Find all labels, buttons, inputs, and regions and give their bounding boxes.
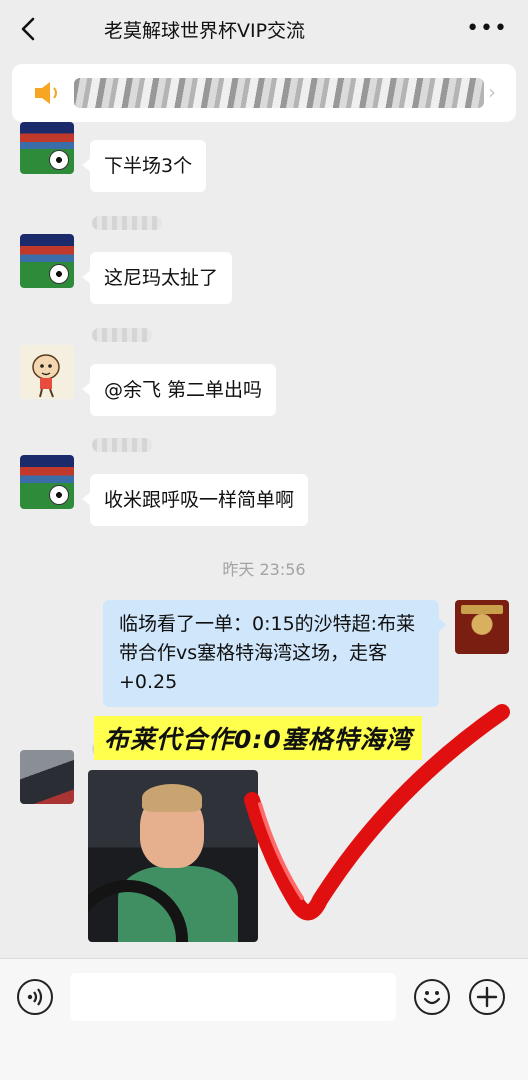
message-bubble[interactable]: 这尼玛太扯了 (81, 252, 233, 304)
avatar[interactable] (20, 122, 74, 174)
signboard (461, 605, 503, 614)
announcement-text-redacted (74, 78, 484, 108)
message-timestamp: 昨天 23:56 (222, 560, 306, 579)
speaker-icon (35, 82, 57, 104)
message-bubble[interactable]: @余飞 第二单出吗 (81, 364, 277, 416)
cartoon-kid-icon (32, 354, 60, 398)
sender-name-redacted (92, 216, 162, 230)
message-bubble[interactable]: 下半场3个 (81, 140, 207, 192)
avatar[interactable] (20, 750, 74, 804)
more-dots-icon[interactable]: ••• (466, 16, 508, 41)
red-checkmark-icon (244, 704, 510, 921)
avatar[interactable] (20, 234, 74, 288)
input-bar (0, 958, 528, 1080)
soccer-ball-icon (49, 485, 69, 505)
chat-header: 老莫解球世界杯VIP交流 ••• (0, 0, 528, 60)
avatar[interactable] (20, 345, 74, 399)
chevron-left-icon[interactable] (14, 14, 44, 44)
chat-title: 老莫解球世界杯VIP交流 (104, 20, 306, 42)
quoted-message-bubble[interactable]: 临场看了一单：0:15的沙特超:布莱带合作vs塞格特海湾这场，走客+0.25 (103, 600, 447, 707)
soccer-ball-icon (49, 264, 69, 284)
sender-name-redacted (92, 328, 152, 342)
avatar[interactable] (455, 600, 509, 654)
soccer-ball-icon (49, 150, 69, 170)
sender-name-redacted (92, 438, 152, 452)
avatar[interactable] (20, 455, 74, 509)
person-hair (142, 784, 202, 812)
emoji-icon[interactable] (414, 979, 450, 1015)
message-input[interactable] (70, 973, 396, 1021)
chevron-right-icon: › (488, 80, 496, 104)
group-announcement-bar[interactable]: › (12, 64, 516, 122)
image-message[interactable] (88, 770, 258, 942)
message-bubble[interactable]: 收米跟呼吸一样简单啊 (81, 474, 309, 526)
plus-icon[interactable] (469, 979, 505, 1015)
voice-icon[interactable] (17, 979, 53, 1015)
